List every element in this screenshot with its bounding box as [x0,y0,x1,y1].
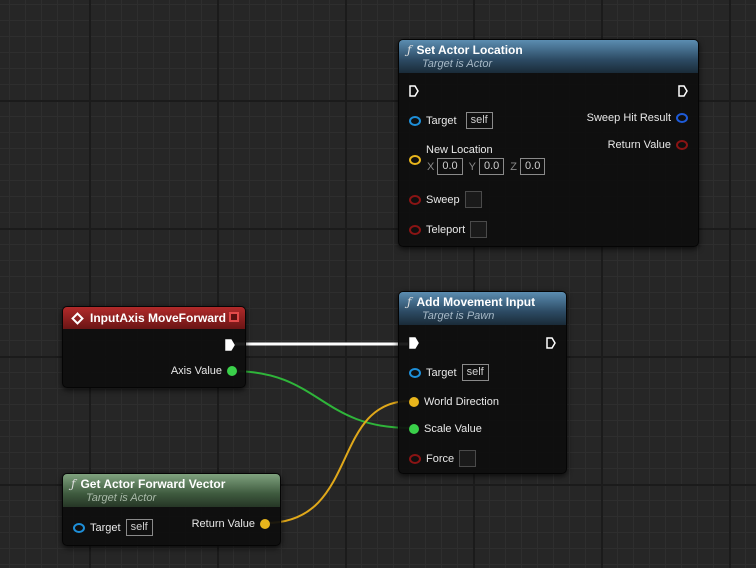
exec-pin-icon [225,339,235,351]
bool-pin-icon [409,224,421,235]
teleport-pin[interactable]: Teleport [409,221,488,238]
pin-label: New Location [426,144,493,156]
exec-out-pin[interactable] [225,339,235,351]
exec-pin-icon [409,337,419,349]
node-subtitle: Target is Actor [422,58,493,70]
pin-label: World Direction [424,396,499,408]
pin-label: Axis Value [170,365,222,377]
teleport-checkbox[interactable] [470,221,488,238]
exec-pin-icon [546,337,556,349]
z-axis-label: Z [510,160,518,173]
target-field[interactable]: self [461,364,489,381]
add-movement-input-node[interactable]: ƒ Add Movement Input Target is Pawn Targ… [398,291,567,474]
get-actor-forward-vector-node[interactable]: ƒ Get Actor Forward Vector Target is Act… [62,473,281,546]
event-delegate-icon[interactable] [229,312,239,322]
bool-pin-icon [409,194,421,205]
object-pin-icon [409,115,421,126]
float-pin-icon [227,366,237,376]
exec-pin-icon [678,85,688,97]
target-field[interactable]: self [125,519,153,536]
axis-value-pin[interactable]: Axis Value [166,365,237,377]
exec-in-pin[interactable] [409,337,419,349]
vector-pin-icon [409,155,421,165]
bool-pin-icon [409,453,421,464]
node-title: Set Actor Location [416,43,523,57]
pin-label: Teleport [426,223,466,236]
object-pin-icon [409,367,421,378]
node-title: InputAxis MoveForward [90,311,227,325]
function-icon: ƒ [407,295,412,309]
new-location-pin[interactable]: New Location X 0.0 Y 0.0 Z 0.0 [409,144,546,175]
function-icon: ƒ [71,477,76,491]
pin-label: Force [426,452,455,465]
z-field[interactable]: 0.0 [520,158,546,175]
y-axis-label: Y [468,160,476,173]
x-axis-label: X [427,160,435,173]
input-axis-node[interactable]: InputAxis MoveForward Axis Value [62,306,246,388]
sweep-hit-result-pin[interactable]: Sweep Hit Result [582,112,688,124]
exec-out-pin[interactable] [678,85,688,97]
force-pin[interactable]: Force [409,450,477,467]
node-subtitle: Target is Actor [86,492,157,504]
world-direction-pin[interactable]: World Direction [409,396,504,408]
target-pin[interactable]: Target self [73,519,153,536]
node-subtitle: Target is Pawn [422,310,495,322]
pin-label: Sweep Hit Result [586,112,671,124]
pin-label: Target [426,114,457,127]
event-icon [71,311,84,325]
node-title: Get Actor Forward Vector [80,477,226,491]
exec-pin-icon [409,85,419,97]
forward-vector-wire [265,400,411,524]
float-pin-icon [409,424,419,434]
struct-pin-icon [676,113,688,123]
target-field[interactable]: self [465,112,493,129]
force-checkbox[interactable] [459,450,477,467]
object-pin-icon [73,522,85,533]
pin-label: Target [426,366,457,379]
sweep-pin[interactable]: Sweep [409,191,482,208]
target-pin[interactable]: Target self [409,364,489,381]
set-actor-location-node[interactable]: ƒ Set Actor Location Target is Actor Tar… [398,39,699,247]
pin-label: Target [90,521,121,534]
pin-label: Sweep [426,193,460,206]
node-header: ƒ Set Actor Location Target is Actor [399,40,698,73]
bool-pin-icon [676,140,688,150]
node-header: InputAxis MoveForward [63,307,245,329]
sweep-checkbox[interactable] [464,191,482,208]
y-field[interactable]: 0.0 [478,158,505,175]
node-title: Add Movement Input [416,295,536,309]
vector-pin-icon [409,397,419,407]
return-value-pin[interactable]: Return Value [187,518,270,530]
pin-label: Return Value [191,518,255,530]
exec-in-pin[interactable] [409,85,419,97]
scale-value-pin[interactable]: Scale Value [409,423,487,435]
target-pin[interactable]: Target self [409,112,493,129]
node-header: ƒ Add Movement Input Target is Pawn [399,292,566,325]
function-icon: ƒ [407,43,412,57]
x-field[interactable]: 0.0 [437,158,463,175]
pin-label: Scale Value [424,423,482,435]
return-value-pin[interactable]: Return Value [603,139,688,151]
node-header: ƒ Get Actor Forward Vector Target is Act… [63,474,280,507]
vector-pin-icon [260,519,270,529]
exec-out-pin[interactable] [546,337,556,349]
pin-label: Return Value [607,139,671,151]
axis-value-wire [231,370,411,429]
